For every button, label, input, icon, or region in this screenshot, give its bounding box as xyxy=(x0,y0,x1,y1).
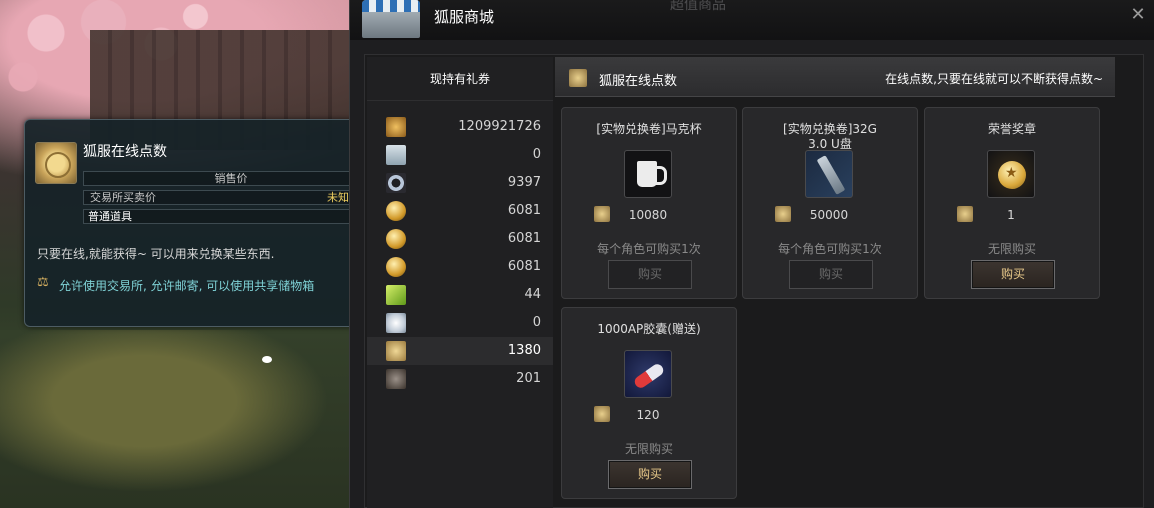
shop-header[interactable]: 超值商品 狐服商城 ✕ xyxy=(350,0,1154,40)
gold-coin-icon xyxy=(386,229,406,249)
coupon-row[interactable]: 201 xyxy=(367,365,553,393)
coupon-value: 1380 xyxy=(507,343,541,358)
coupon-value: 6081 xyxy=(507,259,541,274)
buy-button-disabled: 购买 xyxy=(608,260,692,289)
mug-icon[interactable] xyxy=(624,150,672,198)
purchase-limit: 无限购买 xyxy=(987,242,1036,256)
scale-icon: ⚖ xyxy=(37,275,49,290)
tooltip-permissions: 允许使用交易所, 允许邮寄, 可以使用共享储物箱 xyxy=(59,279,315,293)
tooltip-title: 狐服在线点数 xyxy=(83,144,167,160)
exchange-price-row: 交易所买卖价 未知的 xyxy=(83,190,379,205)
product-card: [实物兑换卷]32G 3.0 U盘 50000 每个角色可购买1次 购买 xyxy=(742,107,918,299)
product-title: [实物兑换卷]马克杯 xyxy=(596,122,702,136)
coupon-value: 0 xyxy=(532,315,541,330)
capsule-icon[interactable] xyxy=(624,350,672,398)
coupon-row[interactable]: 0 xyxy=(367,309,553,337)
coupon-value: 6081 xyxy=(507,231,541,246)
online-point-icon xyxy=(35,142,77,184)
category-name: 狐服在线点数 xyxy=(599,74,678,89)
product-title: [实物兑换卷]32G 3.0 U盘 xyxy=(783,122,877,151)
coupon-row[interactable]: 1209921726 xyxy=(367,113,553,141)
gold-coin-icon xyxy=(386,201,406,221)
product-price: 10080 xyxy=(628,208,668,222)
item-tooltip: 狐服在线点数 销售价 0 交易所买卖价 未知的 普通道具 只要在线,就能获得~ … xyxy=(24,119,379,327)
product-price: 1 xyxy=(1007,208,1015,222)
product-area: 狐服在线点数 在线点数,只要在线就可以不断获得点数~ [实物兑换卷]马克杯 10… xyxy=(555,57,1115,508)
gold-sack-icon xyxy=(386,117,406,137)
coupon-row-selected[interactable]: 1380 xyxy=(367,337,553,365)
product-card: 荣誉奖章 1 无限购买 购买 xyxy=(924,107,1100,299)
product-card: 1000AP胶囊(赠送) 120 无限购买 购买 xyxy=(561,307,737,499)
coupon-row[interactable]: 9397 xyxy=(367,169,553,197)
close-icon[interactable]: ✕ xyxy=(1129,6,1147,24)
product-card: [实物兑换卷]马克杯 10080 每个角色可购买1次 购买 xyxy=(561,107,737,299)
purchase-limit: 每个角色可购买1次 xyxy=(778,242,882,256)
sell-price-label: 销售价 xyxy=(214,172,248,185)
shop-window: 超值商品 狐服商城 ✕ 现持有礼券 1209921726 0 9397 6081 xyxy=(349,0,1154,508)
shop-body: 现持有礼券 1209921726 0 9397 6081 6081 6081 4… xyxy=(364,54,1144,508)
ground-scenery xyxy=(0,330,360,508)
sell-price-row: 销售价 0 xyxy=(83,171,379,186)
online-point-icon xyxy=(569,69,587,87)
header-ghost-text: 超值商品 xyxy=(670,0,726,13)
item-grade-label: 普通道具 xyxy=(88,210,132,223)
coupon-list-header: 现持有礼券 xyxy=(367,57,553,101)
coupon-value: 1209921726 xyxy=(458,119,541,134)
buy-button-disabled: 购买 xyxy=(789,260,873,289)
usb-drive-icon[interactable] xyxy=(805,150,853,198)
coupon-row[interactable]: 44 xyxy=(367,281,553,309)
purchase-limit: 无限购买 xyxy=(624,442,673,456)
coupon-value: 6081 xyxy=(507,203,541,218)
coupon-row[interactable]: 6081 xyxy=(367,253,553,281)
coupon-value: 201 xyxy=(516,371,541,386)
coupon-value: 9397 xyxy=(507,175,541,190)
coupon-row[interactable]: 0 xyxy=(367,141,553,169)
cake-icon xyxy=(386,313,406,333)
product-price: 50000 xyxy=(809,208,849,222)
category-header: 狐服在线点数 在线点数,只要在线就可以不断获得点数~ xyxy=(555,57,1115,97)
purchase-limit: 每个角色可购买1次 xyxy=(597,242,701,256)
item-grade-row: 普通道具 xyxy=(83,209,379,224)
product-title: 荣誉奖章 xyxy=(987,122,1036,136)
coupon-value: 0 xyxy=(532,147,541,162)
gold-coin-icon xyxy=(386,257,406,277)
buy-button[interactable]: 购买 xyxy=(971,260,1055,289)
online-point-icon xyxy=(386,341,406,361)
category-note: 在线点数,只要在线就可以不断获得点数~ xyxy=(885,72,1103,86)
buy-button[interactable]: 购买 xyxy=(608,460,692,489)
coupon-row[interactable]: 6081 xyxy=(367,225,553,253)
ticket-icon xyxy=(386,145,406,165)
coupon-value: 44 xyxy=(524,287,541,302)
petal-scenery xyxy=(262,356,272,363)
tooltip-description: 只要在线,就能获得~ 可以用来兑换某些东西. xyxy=(37,247,275,261)
green-ticket-icon xyxy=(386,285,406,305)
product-price: 120 xyxy=(636,408,660,422)
coupon-row[interactable]: 6081 xyxy=(367,197,553,225)
product-title: 1000AP胶囊(赠送) xyxy=(597,322,701,336)
medal-icon[interactable] xyxy=(987,150,1035,198)
ore-icon xyxy=(386,369,406,389)
shop-logo-icon xyxy=(362,0,420,38)
shop-title: 狐服商城 xyxy=(434,8,495,26)
ring-icon xyxy=(386,173,406,193)
coupon-list: 现持有礼券 1209921726 0 9397 6081 6081 6081 4… xyxy=(367,57,553,508)
